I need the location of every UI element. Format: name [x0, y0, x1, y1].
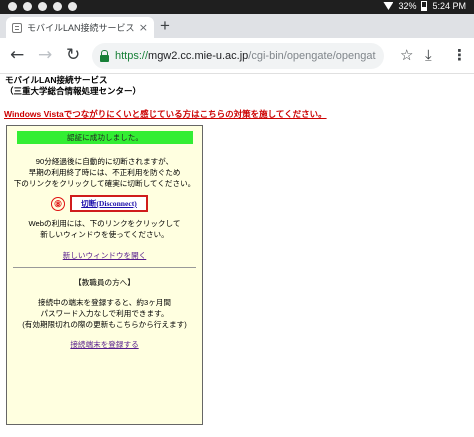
- staff-heading: 【教職員の方へ】: [74, 278, 135, 287]
- url-path: /cgi-bin/opengate/opengatesrv.cgi: [248, 50, 376, 62]
- auth-success-banner: 認証に成功しました。: [17, 131, 193, 144]
- clock: 5:24 PM: [432, 1, 466, 11]
- url-scheme: https://: [115, 50, 149, 62]
- info-line: 早期の利用終了時には、不正利用を防ぐため: [28, 168, 181, 177]
- status-panel: 認証に成功しました。 90分経過後に自動的に切断されますが、 早期の利用終了時に…: [6, 125, 203, 425]
- step-number-badge: ⑧: [51, 197, 65, 211]
- page-subtitle: （三重大学総合情報処理センター）: [5, 86, 142, 96]
- staff-note: 接続中の端末を登録すると、約3ヶ月間 パスワード入力なしで利用できます。 (有効…: [9, 297, 200, 330]
- register-device-link[interactable]: 接続端末を登録する: [9, 339, 200, 350]
- bookmark-star-icon[interactable]: ☆: [400, 46, 413, 64]
- notification-icon: [68, 2, 77, 11]
- notification-icon: [23, 2, 32, 11]
- disconnect-info: 90分経過後に自動的に切断されますが、 早期の利用終了時には、不正利用を防ぐため…: [9, 156, 200, 189]
- download-icon[interactable]: ⤓: [425, 46, 432, 64]
- staff-note-line: 接続中の端末を登録すると、約3ヶ月間: [37, 298, 171, 307]
- disconnect-link[interactable]: 切断(Disconnect): [81, 199, 137, 208]
- page-title: モバイルLAN接続サービス （三重大学総合情報処理センター）: [5, 75, 141, 97]
- browser-tab[interactable]: モバイルLAN接続サービス - ×: [6, 17, 154, 38]
- close-tab-icon[interactable]: ×: [139, 21, 148, 34]
- wifi-icon: [383, 2, 394, 10]
- info-line: 下のリンクをクリックして確実に切断してください。: [13, 179, 196, 188]
- tab-strip: モバイルLAN接続サービス - × +: [0, 14, 474, 38]
- status-bar: 32% 5:24 PM: [0, 0, 474, 14]
- notification-icon: [38, 2, 47, 11]
- new-tab-button[interactable]: +: [160, 16, 170, 36]
- notification-icons: [8, 2, 77, 11]
- vista-help-link[interactable]: Windows Vistaでつながりにくいと感じている方はこちらの対策を施してく…: [4, 108, 327, 120]
- back-button[interactable]: ←: [10, 46, 24, 64]
- page-content: モバイルLAN接続サービス （三重大学総合情報処理センター） Windows V…: [0, 75, 474, 437]
- web-usage-note: Webの利用には、下のリンクをクリックして 新しいウィンドウを使ってください。: [9, 218, 200, 240]
- open-new-window-link[interactable]: 新しいウィンドウを開く: [9, 250, 200, 261]
- notification-icon: [53, 2, 62, 11]
- page-title-line: モバイルLAN接続サービス: [5, 75, 108, 85]
- forward-button[interactable]: →: [38, 46, 52, 64]
- menu-icon[interactable]: ⋮: [452, 46, 467, 64]
- web-note-line: 新しいウィンドウを使ってください。: [40, 230, 169, 239]
- tab-title: モバイルLAN接続サービス -: [27, 23, 134, 33]
- staff-note-line: パスワード入力なしで利用できます。: [40, 309, 169, 318]
- divider: [13, 267, 196, 268]
- address-bar[interactable]: https://mgw2.cc.mie-u.ac.jp/cgi-bin/open…: [92, 43, 384, 69]
- battery-percent: 32%: [398, 1, 417, 11]
- browser-toolbar: ← → ↻ https://mgw2.cc.mie-u.ac.jp/cgi-bi…: [0, 38, 474, 74]
- web-note-line: Webの利用には、下のリンクをクリックして: [28, 219, 181, 228]
- info-line: 90分経過後に自動的に切断されますが、: [35, 157, 174, 166]
- url-host: mgw2.cc.mie-u.ac.jp: [148, 50, 249, 62]
- lock-icon: [100, 49, 109, 62]
- page-favicon-icon: [12, 22, 22, 33]
- battery-icon: [421, 1, 428, 11]
- staff-note-line: (有効期限切れの際の更新もこちらから行えます): [22, 320, 187, 329]
- disconnect-highlight: 切断(Disconnect): [70, 195, 148, 212]
- url-text[interactable]: https://mgw2.cc.mie-u.ac.jp/cgi-bin/open…: [115, 50, 376, 62]
- reload-button[interactable]: ↻: [66, 46, 80, 64]
- notification-icon: [8, 2, 17, 11]
